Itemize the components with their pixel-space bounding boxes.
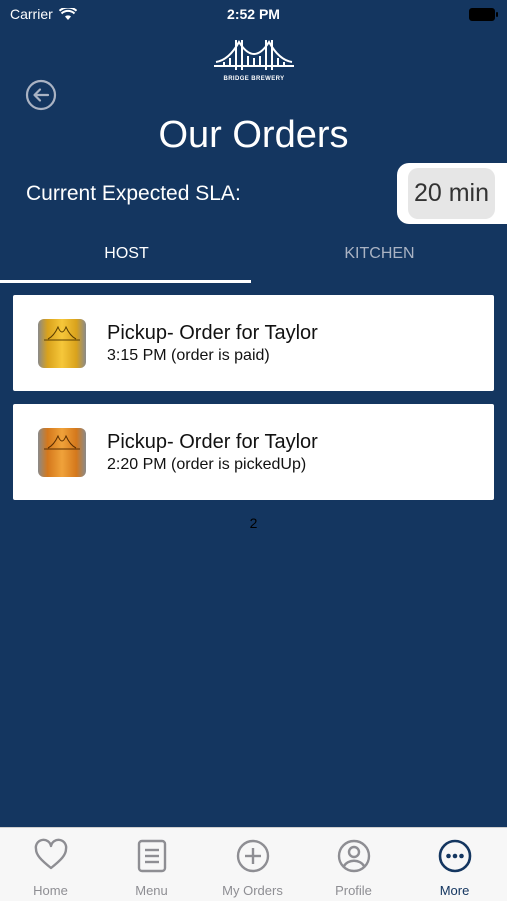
more-circle-icon: [438, 839, 472, 873]
beer-glass-thumbnail: [38, 428, 86, 477]
nav-home-label: Home: [33, 883, 68, 898]
sla-value-field[interactable]: 20 min: [408, 168, 495, 219]
nav-profile[interactable]: Profile: [303, 828, 404, 901]
order-status: 3:15 PM (order is paid): [107, 347, 270, 364]
tab-kitchen[interactable]: KITCHEN: [253, 236, 506, 282]
beer-glass-thumbnail: [38, 319, 86, 368]
order-title: Pickup- Order for Taylor: [107, 431, 318, 453]
nav-profile-label: Profile: [335, 883, 372, 898]
heart-icon: [34, 838, 68, 870]
sla-value: 20 min: [413, 179, 490, 207]
nav-more[interactable]: More: [404, 828, 505, 901]
nav-menu-label: Menu: [135, 883, 168, 898]
logo-text: BRIDGE BREWERY: [223, 76, 285, 82]
order-card[interactable]: Pickup- Order for Taylor 2:20 PM (order …: [13, 404, 494, 500]
menu-list-icon: [137, 839, 167, 873]
nav-more-label: More: [439, 883, 470, 898]
tab-kitchen-label: KITCHEN: [344, 245, 415, 262]
tab-host[interactable]: HOST: [0, 236, 253, 282]
tab-host-label: HOST: [104, 245, 149, 262]
order-status: 2:20 PM (order is pickedUp): [107, 456, 307, 473]
battery-icon: [469, 8, 498, 21]
page-title: Our Orders: [158, 114, 349, 156]
order-title: Pickup- Order for Taylor: [107, 322, 318, 344]
order-card[interactable]: Pickup- Order for Taylor 3:15 PM (order …: [13, 295, 494, 391]
sla-label: Current Expected SLA:: [26, 182, 241, 205]
bottom-tab-bar: Home Menu My Orders Profile More: [0, 827, 507, 901]
active-tab-indicator: [0, 280, 251, 283]
nav-home[interactable]: Home: [0, 828, 101, 901]
nav-menu[interactable]: Menu: [101, 828, 202, 901]
user-circle-icon: [337, 839, 371, 873]
nav-my-orders[interactable]: My Orders: [202, 828, 303, 901]
nav-my-orders-label: My Orders: [222, 883, 283, 898]
plus-circle-icon: [236, 839, 270, 873]
back-arrow-icon[interactable]: [25, 79, 57, 111]
order-count: 2: [249, 515, 258, 531]
clock: 2:52 PM: [227, 6, 280, 22]
status-bar: Carrier 2:52 PM: [0, 0, 507, 28]
